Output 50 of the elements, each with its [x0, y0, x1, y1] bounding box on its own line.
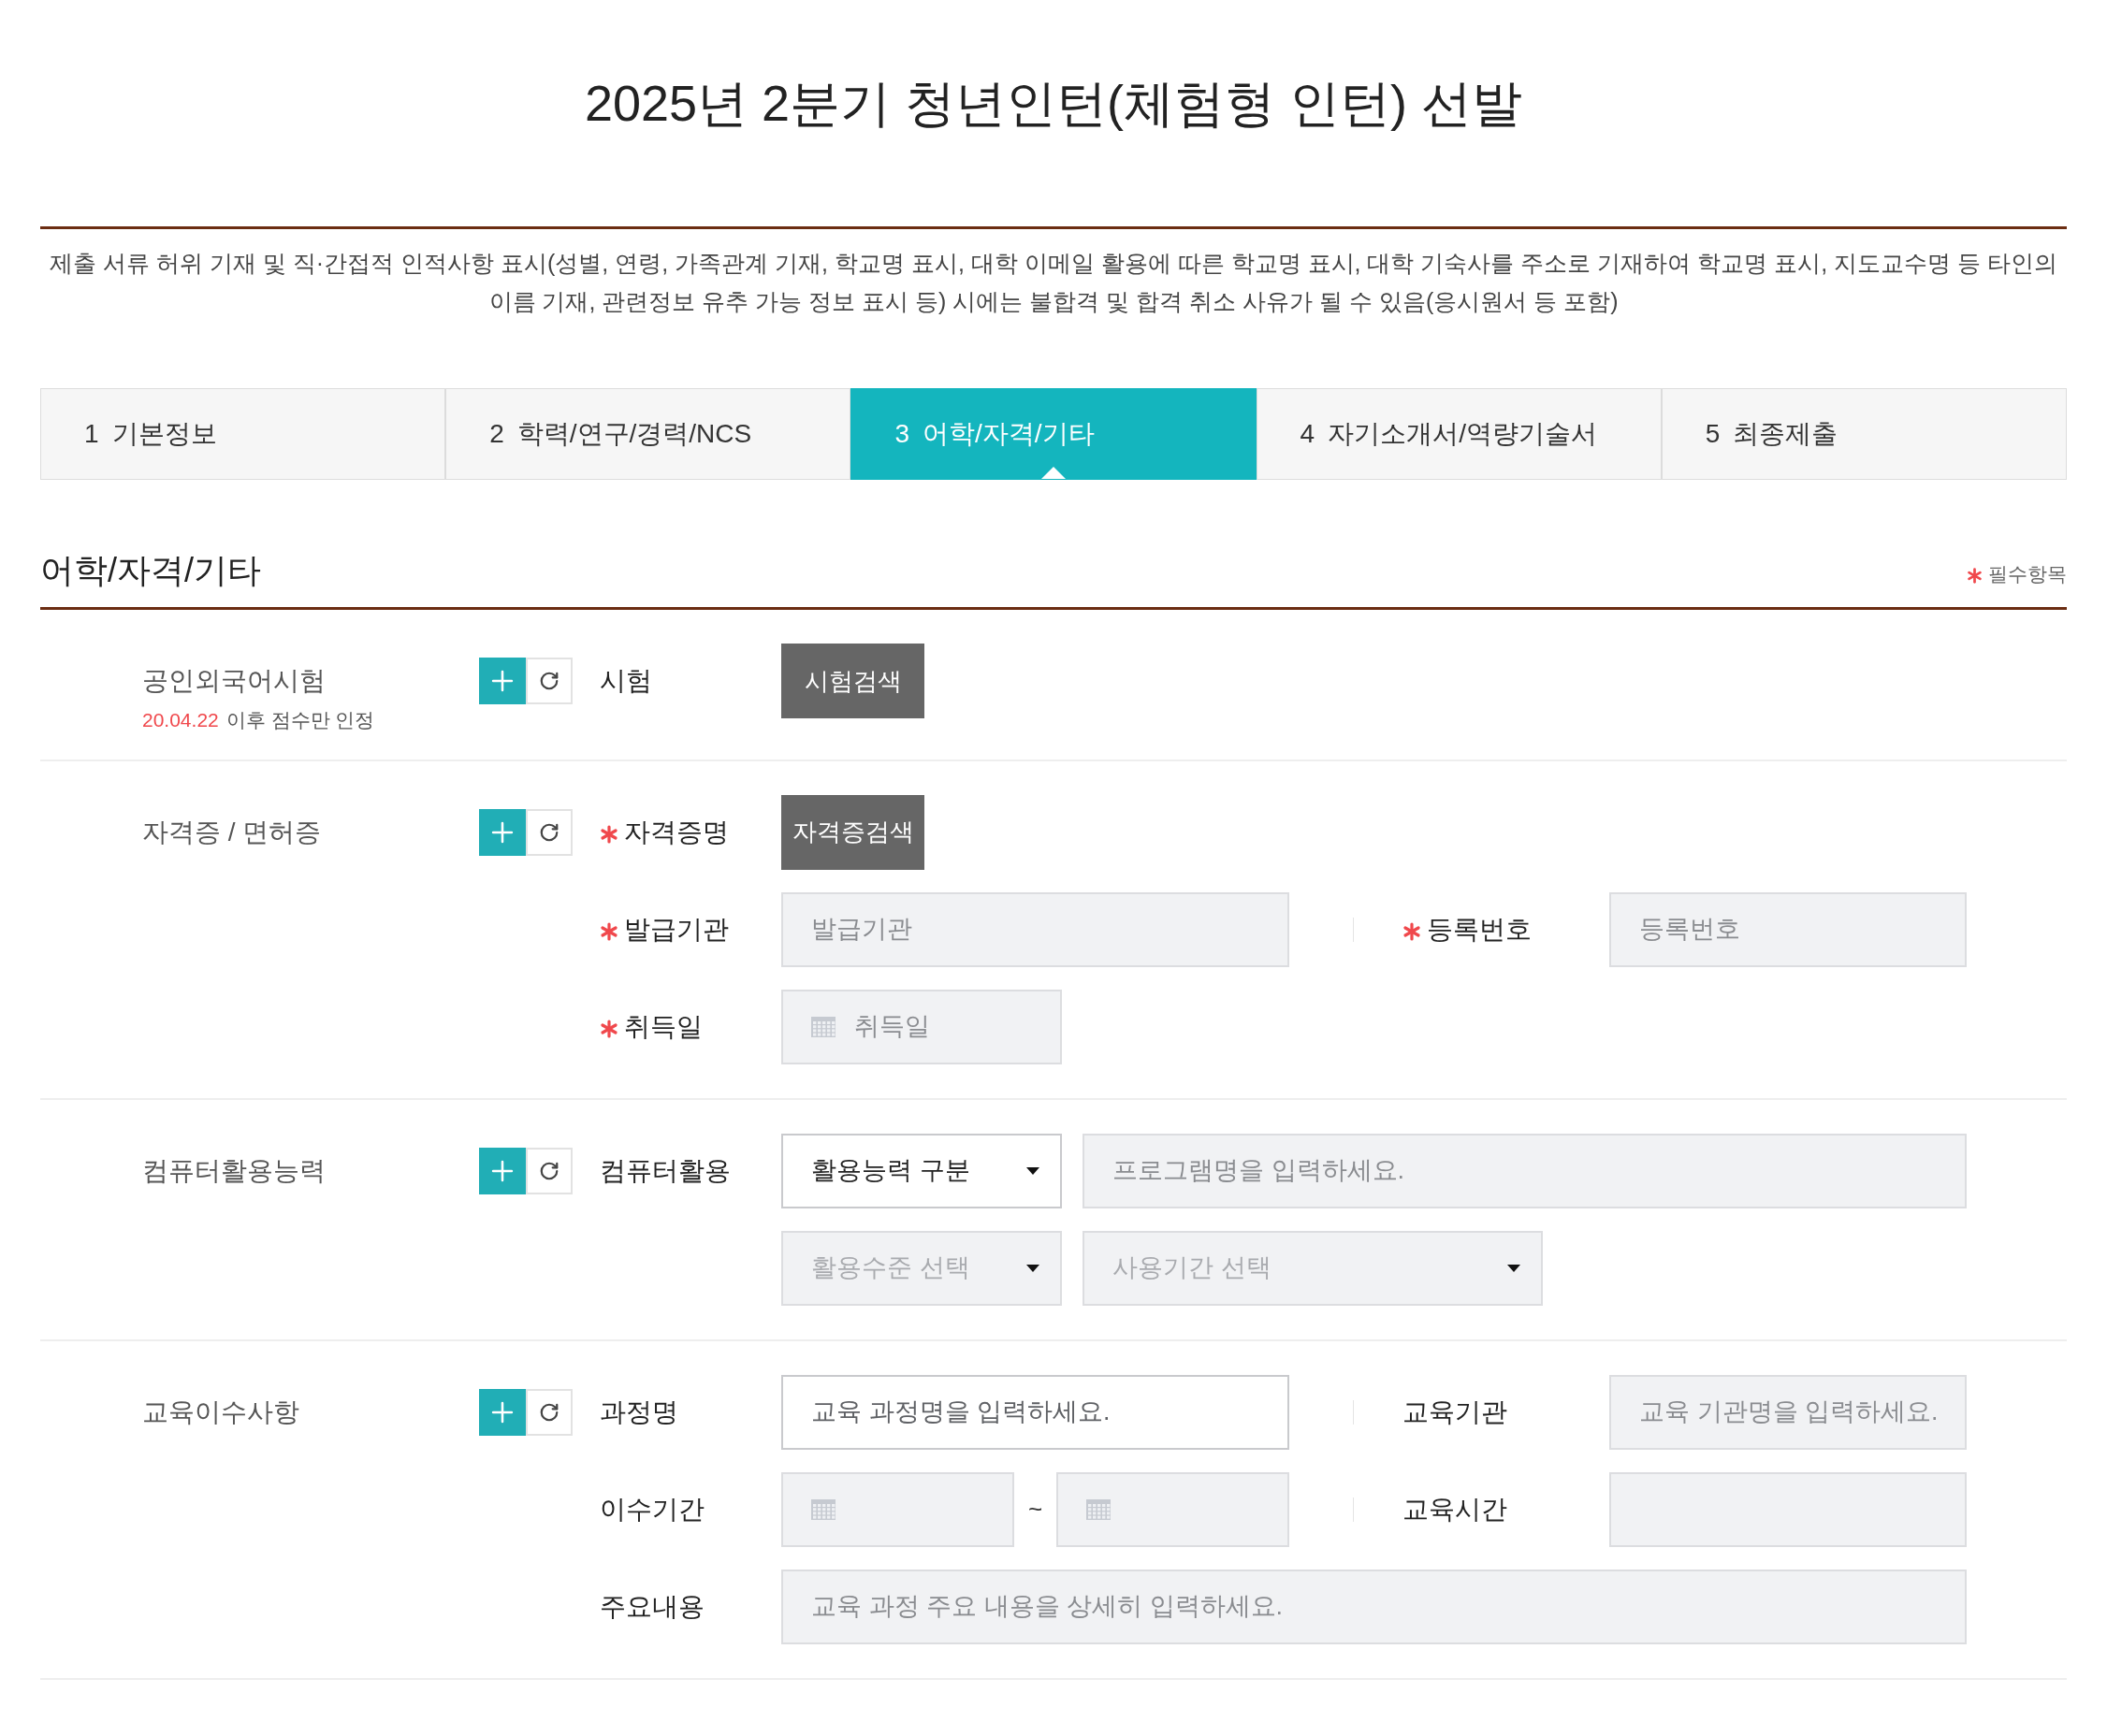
calendar-icon	[811, 1016, 836, 1037]
step-tab[interactable]: 1 기본정보	[40, 388, 446, 480]
field-label: 이수기간	[600, 1493, 705, 1526]
step-tab[interactable]: 5 최종제출	[1661, 388, 2067, 480]
refresh-icon	[539, 1160, 559, 1181]
asterisk-icon	[1967, 567, 1983, 584]
field-label: 자격증명	[624, 816, 729, 848]
search-button[interactable]: 시험검색	[781, 644, 924, 718]
step-tab[interactable]: 4 자기소개서/역량기술서	[1256, 388, 1662, 480]
field-label: 발급기관	[624, 913, 729, 946]
field-label: 주요내용	[600, 1590, 705, 1623]
asterisk-icon	[600, 921, 618, 941]
group-label: 컴퓨터활용능력	[142, 1154, 326, 1187]
asterisk-icon	[1402, 921, 1421, 941]
refresh-icon	[539, 671, 559, 691]
field-label: 교육기관	[1402, 1396, 1507, 1428]
group-label: 교육이수사항	[142, 1396, 299, 1428]
step-tab[interactable]: 2 학력/연구/경력/NCS	[445, 388, 851, 480]
note-text: 이후 점수만 인정	[225, 708, 375, 732]
field-label: 컴퓨터활용	[600, 1154, 731, 1187]
field-label: 교육시간	[1402, 1493, 1507, 1526]
asterisk-icon	[600, 1019, 618, 1038]
dropdown[interactable]: 활용능력 구분	[781, 1133, 1062, 1208]
field-label: 시험	[600, 665, 652, 697]
asterisk-icon	[600, 824, 618, 844]
caret-icon	[1026, 1264, 1039, 1272]
calendar-icon	[1086, 1498, 1112, 1520]
search-button[interactable]: 자격증검색	[781, 794, 924, 870]
required-legend: 필수항목	[1988, 558, 2067, 588]
field-label: 과정명	[600, 1396, 678, 1428]
caret-icon	[1507, 1264, 1520, 1272]
group-label: 공인외국어시험	[142, 665, 326, 697]
field-label: 취득일	[624, 1010, 703, 1043]
page-title: 2025년 2분기 청년인턴(체험형 인턴) 선발	[583, 74, 1524, 133]
group-label: 자격증 / 면허증	[142, 816, 322, 848]
date-placeholder: 취득일	[854, 1011, 930, 1043]
caret-icon	[1026, 1166, 1039, 1175]
field-label: 등록번호	[1427, 913, 1532, 946]
reset-button[interactable]	[526, 1147, 573, 1194]
notice-text: 제출 서류 허위 기재 및 직·간접적 인적사항 표시(성별, 연령, 가족관계 기재, 학교명 표시, 대학 이메일 활용에 따른 학교명 표시, 대학 기숙사를 주소로 기재하여 학교명 표시, 지도교수명 등 타인의 이름 기재, 관련정보 유추 가능 정보 표시 등) 시에는 불합격 및 합격 취소 사유가 될 수 있음(응시원서 등 포함)	[49, 249, 2058, 316]
reset-button[interactable]	[526, 808, 573, 856]
reset-button[interactable]	[526, 658, 573, 704]
input-field[interactable]: 교육 과정명을 입력하세요.	[781, 1374, 1289, 1450]
range-separator: ~	[1026, 1494, 1044, 1525]
refresh-icon	[539, 821, 559, 843]
refresh-icon	[539, 1401, 559, 1423]
section-title: 어학/자격/기타	[40, 550, 261, 591]
calendar-icon	[811, 1498, 836, 1520]
note-date: 20.04.22	[142, 708, 219, 732]
reset-button[interactable]	[526, 1388, 573, 1436]
